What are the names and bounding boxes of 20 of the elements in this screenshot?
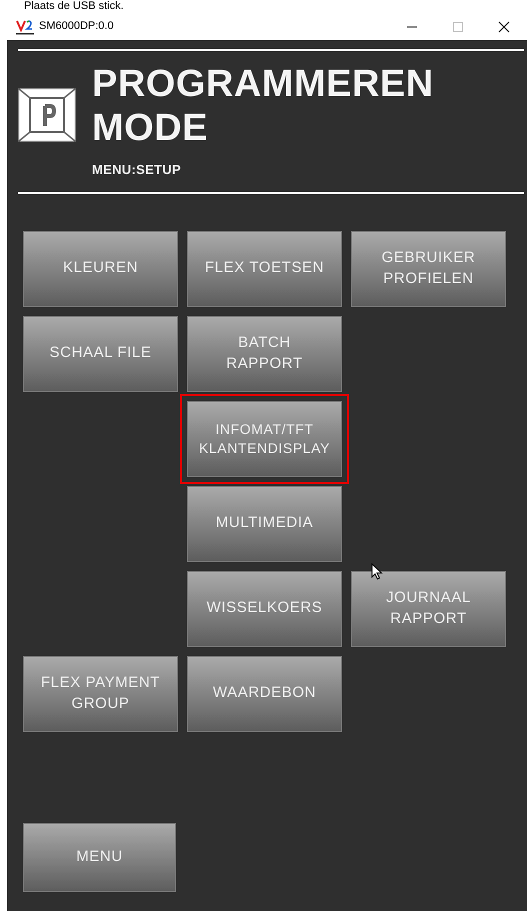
menu-button[interactable]: BATCH RAPPORT (187, 316, 342, 392)
p-key-icon (18, 88, 76, 142)
menu-button[interactable]: MENU (23, 822, 176, 892)
menu-button[interactable]: KLEUREN (23, 230, 178, 306)
maximize-icon (452, 20, 464, 32)
menu-path: MENU:SETUP (92, 161, 182, 179)
menu-button[interactable]: FLEX TOETSEN (187, 230, 342, 306)
menu-button[interactable]: MULTIMEDIA (187, 486, 342, 562)
menu-button[interactable]: JOURNAAL RAPPORT (351, 570, 506, 646)
menu-button[interactable]: WAARDEBON (187, 656, 342, 732)
caption-text: Plaats de USB stick. (23, 0, 125, 13)
close-icon (498, 20, 510, 32)
screen-title: PROGRAMMEREN MODE (92, 62, 435, 150)
mouse-pointer-icon (371, 563, 383, 580)
menu-button[interactable]: SCHAAL FILE (23, 316, 178, 392)
menu-button[interactable]: FLEX PAYMENT GROUP (23, 656, 178, 732)
app-logo-icon (16, 18, 34, 34)
window-title: SM6000DP:0.0 (39, 19, 114, 34)
menu-button[interactable]: GEBRUIKER PROFIELEN (351, 230, 506, 306)
menu-button[interactable]: WISSELKOERS (187, 570, 342, 646)
